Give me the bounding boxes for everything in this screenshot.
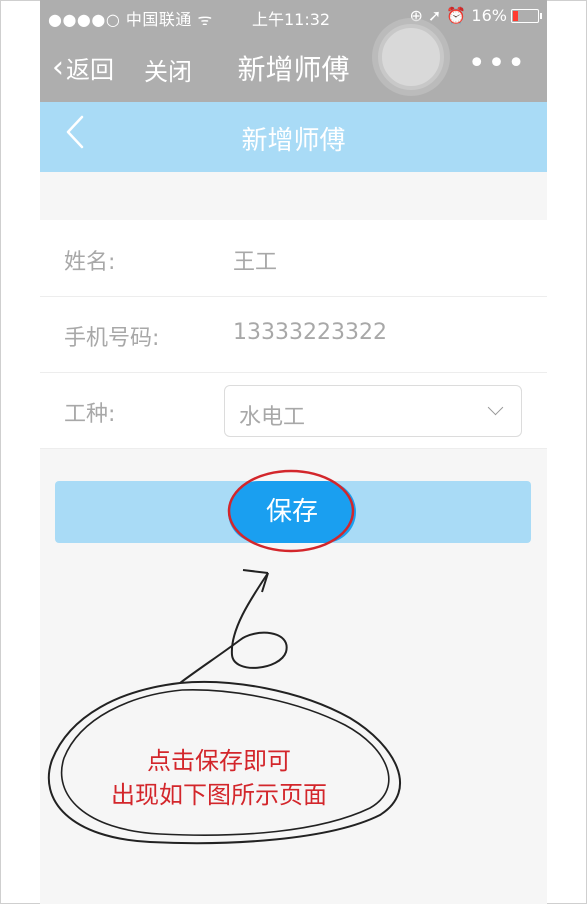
page-header: 新增师傅 [40, 102, 547, 172]
carrier-signal: ●●●●○ 中国联通 ᯤ [48, 10, 213, 29]
trade-row: 工种: 水电工 [40, 372, 547, 449]
spacer [40, 172, 547, 220]
status-bar: ●●●●○ 中国联通 ᯤ 上午11:32 ⊕ ➚ ⏰ 16% [40, 0, 547, 32]
more-menu-button[interactable]: ••• [468, 46, 527, 81]
phone-label: 手机号码: [64, 326, 160, 351]
trade-select[interactable]: 水电工 [224, 385, 522, 437]
phone-row: 手机号码: 13333223322 [40, 296, 547, 373]
name-input[interactable]: 王工 [233, 244, 277, 276]
status-indicators: ⊕ ➚ ⏰ 16% [409, 6, 507, 25]
name-row: 姓名: 王工 [40, 220, 547, 297]
annotation-line-1: 点击保存即可 [147, 747, 291, 775]
worker-form: 姓名: 王工 手机号码: 13333223322 工种: 水电工 [40, 220, 547, 449]
save-bar[interactable]: 保存 [55, 481, 531, 543]
annotation-line-2: 出现如下图所示页面 [111, 781, 327, 809]
name-label: 姓名: [64, 250, 116, 275]
trade-selected-value: 水电工 [239, 405, 306, 430]
phone-input[interactable]: 13333223322 [233, 320, 387, 345]
chevron-down-icon [487, 399, 504, 416]
wechat-nav-bar: ‹ 返回 关闭 新增师傅 ••• [40, 32, 547, 102]
battery-icon [511, 9, 542, 23]
status-time: 上午11:32 [252, 10, 331, 29]
assistive-touch-button[interactable] [378, 24, 444, 90]
trade-label: 工种: [64, 402, 116, 427]
save-button[interactable]: 保存 [228, 481, 356, 543]
page-title: 新增师傅 [241, 126, 346, 156]
